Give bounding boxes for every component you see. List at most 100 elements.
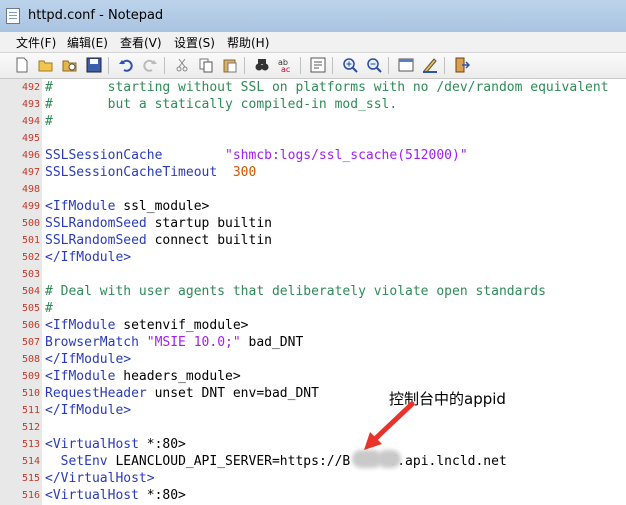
line-text: SSLSessionCacheTimeout 300 (45, 164, 256, 181)
code-line[interactable]: 492 # starting without SSL on platforms w… (0, 79, 626, 96)
code-token: <IfModule (45, 199, 116, 214)
code-token: SSLSessionCacheTimeout (45, 165, 233, 180)
code-token: SetEnv (45, 454, 108, 469)
menu-file[interactable]: 文件(F) (16, 34, 56, 51)
line-number: 502 (21, 252, 40, 263)
code-token: ssl_module> (115, 199, 210, 214)
code-token: # (45, 301, 53, 316)
undo-icon[interactable] (118, 57, 134, 73)
code-line[interactable]: 508 </IfModule> (0, 351, 626, 368)
code-editor[interactable]: 492 # starting without SSL on platforms w… (0, 79, 626, 505)
cut-icon[interactable] (174, 57, 190, 73)
code-token: connect builtin (146, 233, 272, 248)
exit-icon[interactable] (454, 57, 471, 73)
code-token: SSLSessionCache (45, 148, 226, 163)
code-line[interactable]: 496 SSLSessionCache "shmcb:logs/ssl_scach… (0, 147, 626, 164)
line-text: # (45, 113, 53, 130)
line-number: 504 (21, 286, 40, 297)
line-number: 512 (21, 422, 40, 433)
code-line[interactable]: 501 SSLRandomSeed connect builtin (0, 232, 626, 249)
line-text: <IfModule ssl_module> (45, 198, 209, 215)
line-number: 515 (21, 473, 40, 484)
code-token: </IfModule> (45, 250, 132, 265)
line-text: SSLRandomSeed startup builtin (45, 215, 272, 232)
line-number: 500 (21, 218, 40, 229)
code-line[interactable]: 503 (0, 266, 626, 283)
copy-icon[interactable] (198, 57, 214, 73)
code-line[interactable]: 504 # Deal with user agents that delibera… (0, 283, 626, 300)
wrap-icon[interactable] (310, 57, 326, 73)
code-line[interactable]: 493 # but a statically compiled-in mod_ss… (0, 96, 626, 113)
code-token: </IfModule> (45, 403, 132, 418)
code-line[interactable]: 500 SSLRandomSeed startup builtin (0, 215, 626, 232)
line-number: 509 (21, 371, 40, 382)
code-token: # (45, 114, 53, 129)
replace-icon[interactable]: ab ac (278, 57, 294, 74)
annotation-arrow (364, 401, 415, 450)
svg-text:ac: ac (281, 65, 290, 73)
code-token: "shmcb:logs/ssl_scache(512000)" (225, 148, 468, 163)
code-line[interactable]: 516 <VirtualHost *:80> (0, 487, 626, 504)
menu-bar: 文件(F) 编辑(E) 查看(V) 设置(S) 帮助(H) (0, 32, 626, 53)
code-token: headers_module> (115, 369, 241, 384)
zoom-out-icon[interactable] (366, 57, 382, 73)
line-number: 516 (21, 490, 40, 501)
code-token: <VirtualHost (45, 488, 139, 503)
code-token: unset DNT env=bad_DNT (146, 386, 319, 401)
line-number: 506 (21, 320, 40, 331)
title-bar: httpd.conf - Notepad (0, 0, 626, 33)
code-line[interactable]: 510 RequestHeader unset DNT env=bad_DNT (0, 385, 626, 402)
zoom-in-icon[interactable] (342, 57, 358, 73)
view-icon[interactable] (398, 57, 414, 73)
code-token: *:80> (138, 437, 186, 452)
menu-view[interactable]: 查看(V) (120, 34, 162, 51)
code-line[interactable]: 506 <IfModule setenvif_module> (0, 317, 626, 334)
code-token: BrowserMatch (45, 335, 139, 350)
paste-icon[interactable] (222, 57, 238, 73)
menu-help[interactable]: 帮助(H) (227, 34, 269, 51)
open-folder-icon[interactable] (62, 57, 78, 73)
code-line[interactable]: 507 BrowserMatch "MSIE 10.0;" bad_DNT (0, 334, 626, 351)
line-text: </IfModule> (45, 249, 131, 266)
menu-edit[interactable]: 编辑(E) (67, 34, 108, 51)
line-number: 503 (21, 269, 40, 280)
line-number: 511 (21, 405, 40, 416)
line-text: # but a statically compiled-in mod_ssl. (45, 96, 397, 113)
new-icon[interactable] (14, 57, 30, 73)
edit-icon[interactable] (422, 57, 438, 74)
line-number: 507 (21, 337, 40, 348)
line-text: <IfModule headers_module> (45, 368, 241, 385)
code-line[interactable]: 498 (0, 181, 626, 198)
code-line[interactable]: 505 # (0, 300, 626, 317)
code-line[interactable]: 497 SSLSessionCacheTimeout 300 (0, 164, 626, 181)
line-number: 497 (21, 167, 40, 178)
find-icon[interactable] (254, 57, 270, 73)
code-line[interactable]: 514 SetEnv LEANCLOUD_API_SERVER=https://… (0, 453, 626, 470)
line-number: 501 (21, 235, 40, 246)
code-token: <IfModule (45, 318, 116, 333)
line-number: 496 (21, 150, 40, 161)
line-text: # (45, 300, 53, 317)
code-line[interactable]: 515 </VirtualHost> (0, 470, 626, 487)
code-line[interactable]: 512 (0, 419, 626, 436)
redo-icon[interactable] (142, 57, 158, 73)
line-text: SSLSessionCache "shmcb:logs/ssl_scache(5… (45, 147, 468, 164)
code-token: # Deal with user agents that deliberatel… (45, 284, 546, 299)
toolbar: ab ac (0, 53, 626, 79)
code-token: bad_DNT (240, 335, 304, 350)
code-line[interactable]: 495 (0, 130, 626, 147)
open-icon[interactable] (38, 57, 54, 73)
menu-settings[interactable]: 设置(S) (174, 34, 215, 51)
code-line[interactable]: 511 </IfModule> (0, 402, 626, 419)
save-icon[interactable] (86, 57, 102, 73)
code-line[interactable]: 513 <VirtualHost *:80> (0, 436, 626, 453)
code-line[interactable]: 494 # (0, 113, 626, 130)
code-token: "MSIE 10.0;" (138, 335, 241, 350)
code-token: SSLRandomSeed (45, 216, 147, 231)
line-number: 513 (21, 439, 40, 450)
code-line[interactable]: 499 <IfModule ssl_module> (0, 198, 626, 215)
code-line[interactable]: 502 </IfModule> (0, 249, 626, 266)
line-number: 494 (21, 116, 40, 127)
code-line[interactable]: 509 <IfModule headers_module> (0, 368, 626, 385)
line-number: 508 (21, 354, 40, 365)
